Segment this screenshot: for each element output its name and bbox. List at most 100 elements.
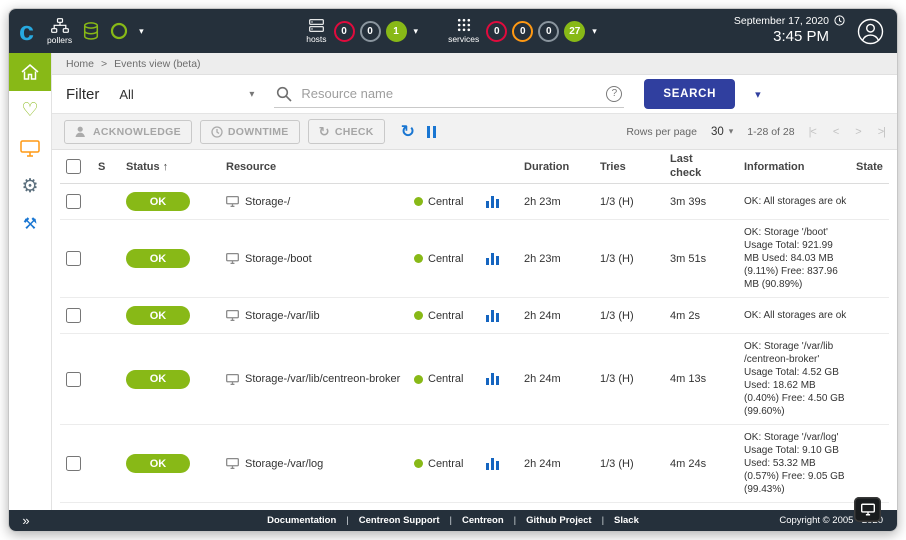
- footer-link[interactable]: Github Project: [526, 515, 591, 526]
- sidebar-expand-icon[interactable]: »: [9, 510, 43, 531]
- topbar-center: hosts 001 ▾ services 00027 ▾: [306, 18, 597, 44]
- row-checkbox[interactable]: [66, 456, 81, 471]
- counter-badge-grey[interactable]: 0: [360, 21, 381, 42]
- last-page-button[interactable]: >|: [878, 126, 885, 138]
- duration-cell: 2h 24m: [524, 373, 600, 385]
- table-row[interactable]: OK Storage-/var/lib Central 2h 24m 1/3 (…: [60, 298, 889, 334]
- user-avatar-icon[interactable]: [857, 18, 884, 45]
- sidebar-item-home[interactable]: [9, 53, 51, 91]
- information-cell: OK: Storage '/boot' Usage Total: 921.99 …: [744, 220, 856, 297]
- graph-cell[interactable]: [486, 196, 524, 208]
- status-badge: OK: [126, 370, 190, 389]
- footer-link[interactable]: Documentation: [267, 515, 336, 526]
- breadcrumb-separator: >: [101, 58, 107, 70]
- resource-cell[interactable]: Storage-/var/lib/centreon-broker: [226, 373, 414, 385]
- graph-cell[interactable]: [486, 458, 524, 470]
- search-icon: [276, 86, 292, 102]
- row-checkbox[interactable]: [66, 194, 81, 209]
- graph-cell[interactable]: [486, 373, 524, 385]
- advanced-filter-chevron-icon[interactable]: ▾: [755, 88, 761, 101]
- chevron-down-icon[interactable]: ▾: [139, 26, 144, 37]
- search-button[interactable]: SEARCH: [644, 79, 735, 109]
- check-label: CHECK: [335, 126, 374, 138]
- column-header-last-check[interactable]: Last check: [670, 153, 744, 179]
- column-header-state[interactable]: State: [856, 161, 889, 173]
- parent-cell[interactable]: Central: [414, 310, 486, 322]
- acknowledge-label: ACKNOWLEDGE: [93, 126, 181, 138]
- help-icon[interactable]: ?: [606, 86, 622, 102]
- row-checkbox[interactable]: [66, 308, 81, 323]
- parent-cell[interactable]: Central: [414, 458, 486, 470]
- resource-cell[interactable]: Storage-/var/lib: [226, 310, 414, 322]
- sidebar-item-tools[interactable]: ⚒: [9, 205, 51, 243]
- downtime-button[interactable]: DOWNTIME: [200, 120, 300, 144]
- first-page-button[interactable]: |<: [809, 126, 816, 138]
- prev-page-button[interactable]: <: [833, 126, 838, 138]
- counter-badge-grey[interactable]: 0: [538, 21, 559, 42]
- counter-badge-red[interactable]: 0: [486, 21, 507, 42]
- information-cell: OK: All storages are ok: [744, 189, 856, 214]
- check-button[interactable]: ↻ CHECK: [308, 119, 385, 144]
- parent-name: Central: [428, 373, 463, 385]
- tools-icon: ⚒: [23, 214, 37, 234]
- counter-badge-orange[interactable]: 0: [512, 21, 533, 42]
- search-input[interactable]: [301, 86, 597, 101]
- centreon-logo: c: [19, 18, 34, 45]
- counter-badge-green[interactable]: 27: [564, 21, 585, 42]
- tries-cell: 1/3 (H): [600, 373, 670, 385]
- services-label: services: [448, 34, 479, 44]
- column-header-duration[interactable]: Duration: [524, 161, 600, 173]
- fullscreen-button[interactable]: [854, 497, 881, 522]
- graph-cell[interactable]: [486, 310, 524, 322]
- information-cell: OK: Storage '/var/log' Usage Total: 9.10…: [744, 425, 856, 502]
- column-header-resource[interactable]: Resource: [226, 161, 524, 173]
- chevron-down-icon: ▾: [729, 126, 734, 137]
- acknowledge-button[interactable]: ACKNOWLEDGE: [64, 120, 192, 144]
- rows-per-page-select[interactable]: 30 ▾: [711, 126, 733, 138]
- select-all-checkbox[interactable]: [66, 159, 81, 174]
- database-icon[interactable]: [83, 22, 99, 40]
- resource-cell[interactable]: Storage-/var/log: [226, 458, 414, 470]
- next-page-button[interactable]: >: [855, 126, 860, 138]
- table-row[interactable]: OK Storage-/boot Central 2h 23m 1/3 (H) …: [60, 220, 889, 298]
- services-menu[interactable]: services: [448, 18, 479, 44]
- resource-cell[interactable]: Storage-/boot: [226, 253, 414, 265]
- parent-name: Central: [428, 310, 463, 322]
- parent-cell[interactable]: Central: [414, 196, 486, 208]
- pollers-menu[interactable]: pollers: [47, 18, 72, 45]
- status-ring-icon[interactable]: [110, 22, 128, 40]
- sidebar-item-configuration[interactable]: [9, 129, 51, 167]
- topbar-right: September 17, 2020 3:45 PM: [597, 15, 897, 47]
- row-checkbox[interactable]: [66, 251, 81, 266]
- sidebar-item-monitoring[interactable]: ♡: [9, 91, 51, 129]
- column-header-status[interactable]: Status ↑: [126, 161, 226, 173]
- chevron-down-icon[interactable]: ▾: [414, 26, 419, 37]
- column-header-severity[interactable]: S: [98, 161, 126, 173]
- filter-select[interactable]: All ▾: [119, 87, 254, 102]
- breadcrumb-home[interactable]: Home: [66, 58, 94, 70]
- row-checkbox[interactable]: [66, 372, 81, 387]
- counter-badge-red[interactable]: 0: [334, 21, 355, 42]
- table-row[interactable]: OK Storage-/ Central 2h 23m 1/3 (H) 3m 3…: [60, 184, 889, 220]
- tries-cell: 1/3 (H): [600, 196, 670, 208]
- hosts-menu[interactable]: hosts: [306, 19, 326, 44]
- footer-link[interactable]: Centreon Support: [359, 515, 440, 526]
- column-header-information[interactable]: Information: [744, 161, 856, 173]
- refresh-icon[interactable]: ↻: [401, 123, 415, 140]
- graph-cell[interactable]: [486, 253, 524, 265]
- resource-cell[interactable]: Storage-/: [226, 196, 414, 208]
- footer-link[interactable]: Slack: [614, 515, 639, 526]
- parent-cell[interactable]: Central: [414, 373, 486, 385]
- table-header: S Status ↑ Resource Duration Tries Last …: [60, 150, 889, 184]
- counter-badge-green[interactable]: 1: [386, 21, 407, 42]
- sidebar-item-administration[interactable]: ⚙: [9, 167, 51, 205]
- footer-link[interactable]: Centreon: [462, 515, 504, 526]
- column-header-tries[interactable]: Tries: [600, 161, 670, 173]
- table-row[interactable]: OK Storage-/var/lib/centreon-broker Cent…: [60, 334, 889, 425]
- parent-cell[interactable]: Central: [414, 253, 486, 265]
- gear-icon: ⚙: [21, 175, 38, 198]
- monitor-icon: [226, 253, 239, 264]
- pause-icon[interactable]: [427, 126, 436, 138]
- table-row[interactable]: OK Storage-/var/log Central 2h 24m 1/3 (…: [60, 425, 889, 503]
- status-dot: [414, 311, 423, 320]
